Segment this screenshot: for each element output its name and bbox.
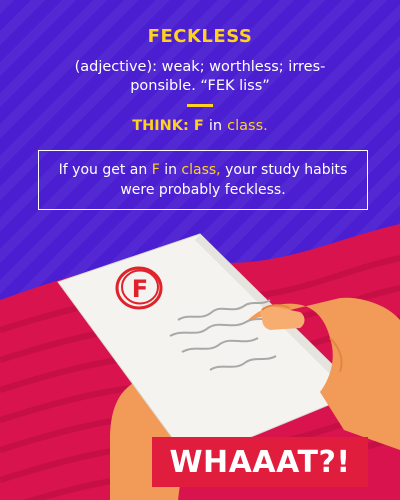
vocab-card: FECKLESS (adjective): weak; worthless; i… <box>0 0 400 500</box>
illustration: F <box>0 224 400 500</box>
exclaim-banner: WHAAAT?! <box>152 437 368 487</box>
grade-letter: F <box>132 275 148 303</box>
